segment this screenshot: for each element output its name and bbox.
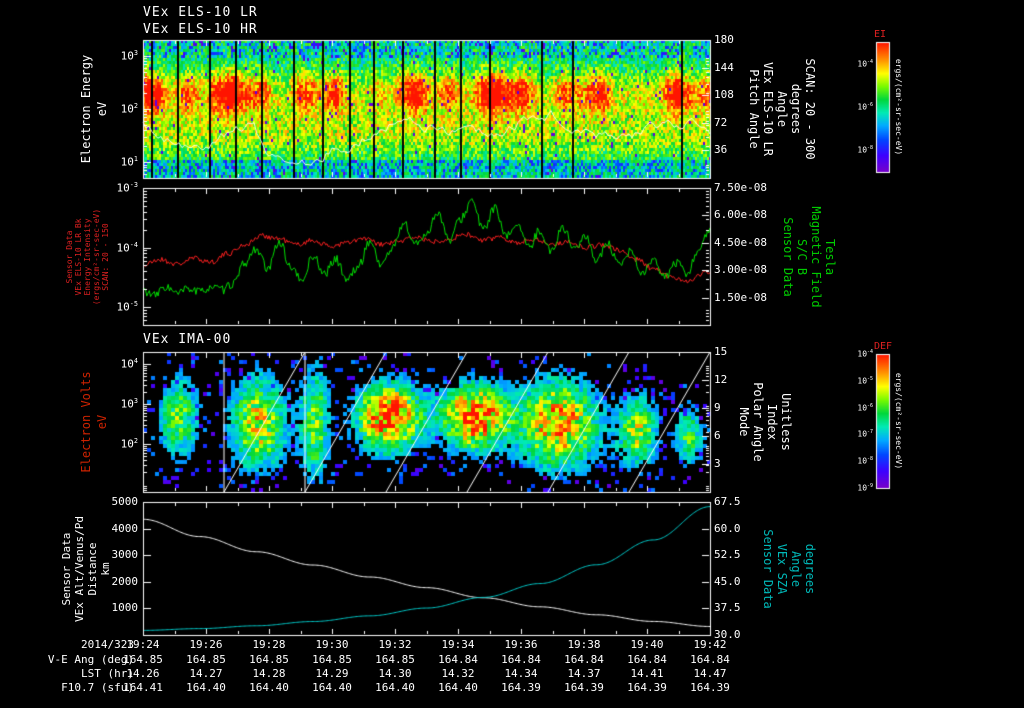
panel4-right-tick-label: 67.5 xyxy=(714,495,741,508)
colorbar-tick-label: 10-7 xyxy=(857,429,873,440)
colorbar-name: EI xyxy=(874,29,887,40)
ephemeris-value: 164.39 xyxy=(690,681,730,694)
panel3-right-tick-label: 12 xyxy=(714,373,728,386)
ephemeris-value: 14.47 xyxy=(693,667,727,680)
panel1-right-tick-label: 180 xyxy=(714,33,734,46)
time-tick-label: 19:42 xyxy=(693,638,727,651)
colorbar-tick-label: 10-6 xyxy=(857,102,873,112)
panel4-right-tick-label: 45.0 xyxy=(714,574,741,588)
panel1-right-tick-label: 36 xyxy=(714,143,728,157)
panel2-right-tick-label: 4.50e-08 xyxy=(714,235,767,249)
panel3-right-tick-label: 15 xyxy=(714,345,728,358)
panel1-right-tick-label: 72 xyxy=(714,115,728,129)
colorbar-units-label: ergs/(cm²-sr-sec-eV) xyxy=(894,372,903,470)
panel4-right-tick-label: 52.5 xyxy=(714,548,741,562)
panel4-right-tick-label: 60.0 xyxy=(714,521,741,535)
panel1-right-tick-label: 108 xyxy=(714,88,734,102)
colorbar-tick-label: 10-9 xyxy=(857,483,873,493)
panel3-title: VEx IMA-00 xyxy=(143,332,232,347)
panel4-ytick-label: 5000 xyxy=(111,495,139,508)
panel1-title-line2: VEx ELS-10 HR xyxy=(143,22,258,37)
colorbar-tick-label: 10-5 xyxy=(857,375,873,386)
panel4-ytick-label: 3000 xyxy=(111,548,139,562)
panel3-ytick-label: 104 xyxy=(120,357,138,371)
colorbar-units-label: ergs/(cm²-sr-sec-eV) xyxy=(894,58,903,156)
colorbar-tick-label: 10-6 xyxy=(857,402,873,413)
panel2-ytick-label: 10-3 xyxy=(116,181,138,195)
panel3-right-tick-label: 9 xyxy=(714,401,721,414)
panel3-right-tick-label: 3 xyxy=(714,457,721,470)
panel4-ytick-label: 2000 xyxy=(111,574,139,588)
panel4-right-tick-label: 37.5 xyxy=(714,601,741,615)
panel1-title-line1: VEx ELS-10 LR xyxy=(143,5,258,20)
vex-data-display: VEx ELS-10 LR VEx ELS-10 HR VEx IMA-00 E… xyxy=(0,0,1024,708)
colorbar-tick-label: 10-4 xyxy=(857,349,873,359)
panel3-right-tick-label: 6 xyxy=(714,429,721,442)
ephemeris-value: 164.84 xyxy=(690,653,730,666)
panel2-right-tick-label: 6.00e-08 xyxy=(714,208,767,222)
panel2-right-tick-label: 7.50e-08 xyxy=(714,181,767,194)
colorbar-tick-label: 10-8 xyxy=(857,145,873,155)
panel3-ytick-label: 103 xyxy=(120,397,138,411)
colorbar-tick-label: 10-8 xyxy=(857,456,873,466)
panel1-ytick-label: 103 xyxy=(120,48,138,63)
panel4-ytick-label: 4000 xyxy=(111,521,139,535)
panel4-ytick-label: 1000 xyxy=(111,601,139,615)
panel1-right-tick-label: 144 xyxy=(714,60,734,74)
panel2-ytick-label: 10-4 xyxy=(116,240,138,255)
colorbar-tick-label: 10-4 xyxy=(857,58,873,69)
